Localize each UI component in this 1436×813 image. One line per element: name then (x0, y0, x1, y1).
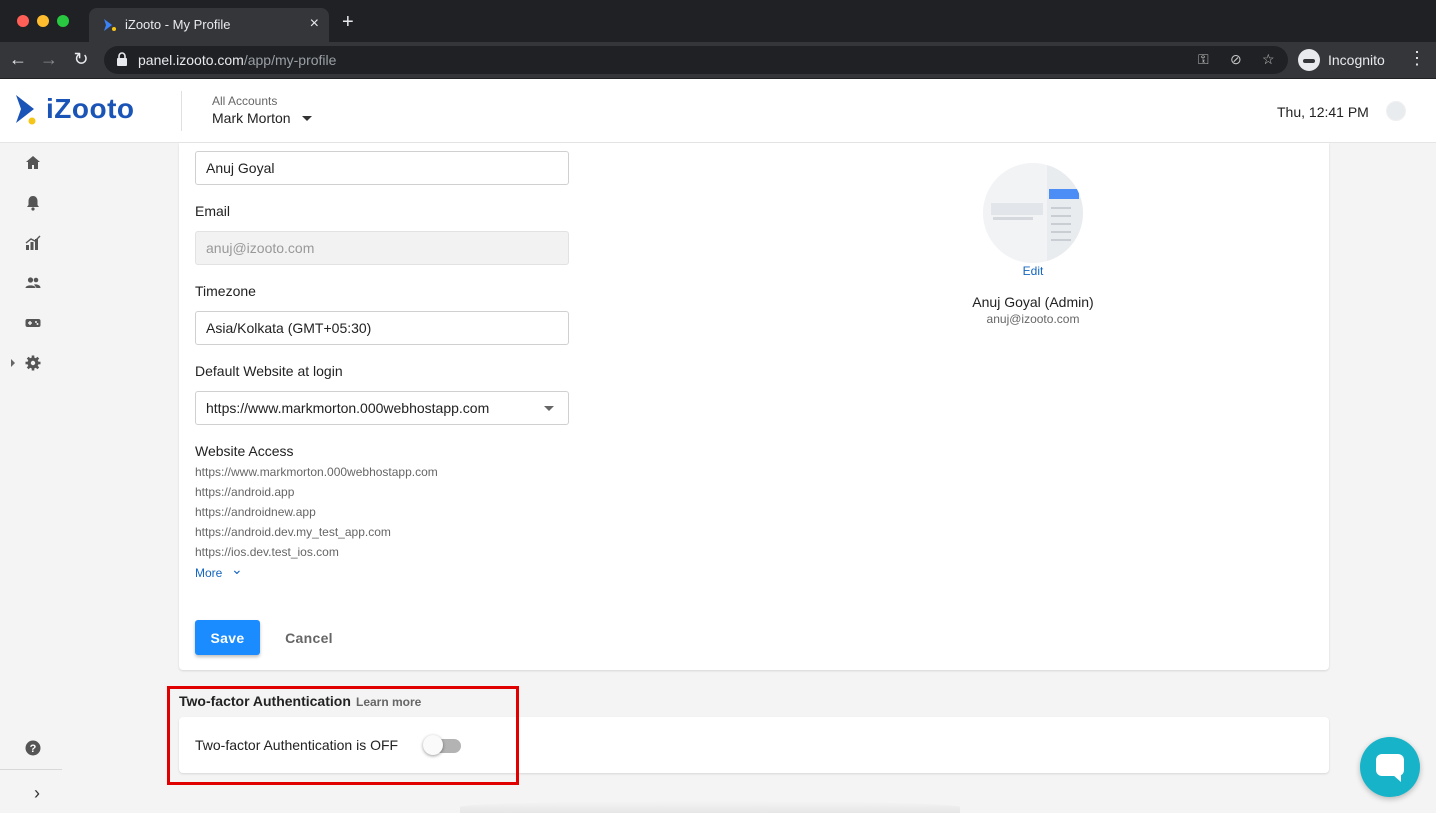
svg-text:?: ? (30, 743, 37, 755)
app-header: iZooto All Accounts Mark Morton Thu, 12:… (0, 79, 1436, 143)
website-access-item: https://androidnew.app (195, 505, 316, 519)
chevron-right-icon[interactable]: › (34, 783, 40, 804)
edit-photo-link[interactable]: Edit (983, 264, 1083, 278)
analytics-icon[interactable] (24, 234, 42, 252)
highlight-annotation (167, 686, 519, 785)
more-link[interactable]: More (195, 566, 222, 580)
website-access-item: https://ios.dev.test_ios.com (195, 545, 339, 559)
account-label: All Accounts (212, 94, 278, 108)
logo-text: iZooto (46, 93, 135, 124)
user-avatar[interactable] (1386, 101, 1406, 121)
key-icon[interactable]: ⚿ (1198, 51, 1209, 68)
clock: Thu, 12:41 PM (1277, 104, 1369, 120)
cancel-button[interactable]: Cancel (275, 620, 343, 655)
close-window-button[interactable] (17, 15, 29, 27)
timezone-label: Timezone (195, 283, 256, 299)
bottom-shadow (460, 801, 960, 813)
tab-title: iZooto - My Profile (125, 17, 231, 32)
gamepad-icon[interactable] (24, 314, 42, 332)
settings-expand-caret-icon[interactable] (11, 359, 15, 367)
help-icon[interactable]: ? (24, 739, 42, 757)
email-field: anuj@izooto.com (195, 231, 569, 265)
email-label: Email (195, 203, 231, 219)
chevron-down-icon[interactable]: ⌄ (231, 561, 243, 578)
izooto-favicon-icon (104, 19, 116, 31)
gear-icon[interactable] (24, 354, 42, 372)
sidebar-divider (0, 769, 62, 770)
default-website-select[interactable]: https://www.markmorton.000webhostapp.com (195, 391, 569, 425)
back-icon[interactable]: ← (7, 49, 29, 70)
new-tab-icon[interactable]: + (342, 12, 354, 32)
website-access-item: https://android.dev.my_test_app.com (195, 525, 391, 539)
logo-mark-icon (16, 95, 36, 125)
account-selector[interactable]: Mark Morton (212, 110, 291, 126)
sidebar: ? › (0, 143, 62, 813)
chat-button[interactable] (1360, 737, 1420, 797)
lock-icon (117, 52, 127, 66)
default-website-label: Default Website at login (195, 363, 343, 379)
incognito-label: Incognito (1328, 52, 1385, 68)
star-icon[interactable]: ☆ (1262, 51, 1275, 68)
browser-menu-icon[interactable]: ⋮ (1408, 48, 1426, 69)
subscribers-icon[interactable] (24, 274, 42, 292)
izooto-logo[interactable]: iZooto (14, 93, 135, 125)
caret-down-icon[interactable] (302, 116, 312, 121)
browser-titlebar: iZooto - My Profile × + (0, 0, 1436, 42)
address-bar[interactable]: panel.izooto.com/app/my-profile ⚿ ⊘ ☆ (104, 46, 1288, 74)
incognito-icon (1298, 49, 1320, 71)
browser-tab[interactable]: iZooto - My Profile × (89, 8, 329, 42)
maximize-window-button[interactable] (57, 15, 69, 27)
bell-icon[interactable] (24, 194, 42, 212)
profile-email: anuj@izooto.com (986, 312, 1080, 326)
chat-bubble-icon (1376, 754, 1404, 782)
profile-card: Anuj Goyal Email anuj@izooto.com Timezon… (179, 143, 1329, 670)
profile-photo[interactable] (983, 163, 1083, 263)
default-website-value: https://www.markmorton.000webhostapp.com (206, 400, 490, 416)
reload-icon[interactable]: ↻ (70, 49, 92, 70)
website-access-item: https://www.markmorton.000webhostapp.com (195, 465, 438, 479)
header-divider (181, 91, 182, 131)
minimize-window-button[interactable] (37, 15, 49, 27)
name-field[interactable]: Anuj Goyal (195, 151, 569, 185)
profile-photo-image (983, 163, 1083, 263)
home-icon[interactable] (24, 154, 42, 172)
incognito-indicator[interactable]: Incognito (1298, 47, 1385, 73)
profile-name: Anuj Goyal (Admin) (972, 294, 1094, 310)
save-button[interactable]: Save (195, 620, 260, 655)
app: iZooto All Accounts Mark Morton Thu, 12:… (0, 79, 1436, 813)
website-access-label: Website Access (195, 443, 294, 459)
forward-icon[interactable]: → (38, 49, 60, 70)
caret-down-icon (544, 406, 554, 411)
website-access-item: https://android.app (195, 485, 295, 499)
browser-toolbar: ← → ↻ panel.izooto.com/app/my-profile ⚿ … (0, 42, 1436, 78)
eye-off-icon[interactable]: ⊘ (1230, 51, 1242, 68)
tab-close-icon[interactable]: × (310, 15, 319, 33)
url-text: panel.izooto.com/app/my-profile (138, 52, 337, 68)
timezone-field[interactable]: Asia/Kolkata (GMT+05:30) (195, 311, 569, 345)
